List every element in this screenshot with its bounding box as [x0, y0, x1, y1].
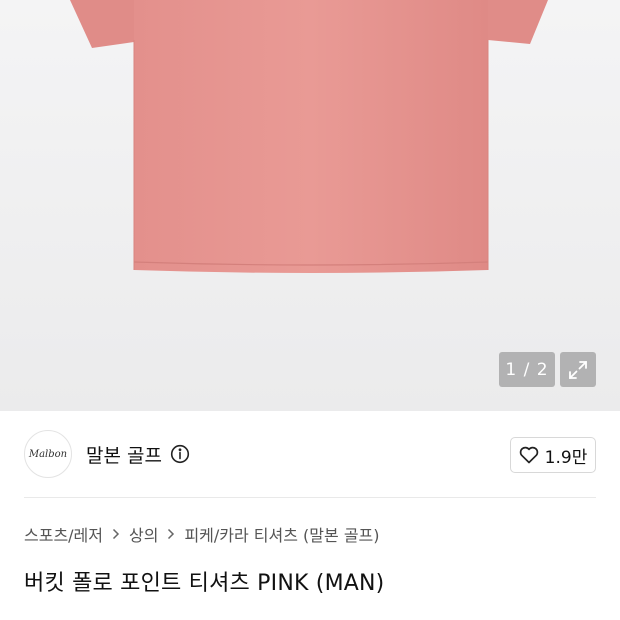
- divider: [24, 497, 596, 498]
- product-image: [70, 0, 548, 273]
- brand-logo-text: Malbon: [28, 448, 68, 460]
- product-image-gallery[interactable]: 1 / 2: [0, 0, 620, 411]
- breadcrumb: 스포츠/레저 상의 피케/카라 티셔츠 (말본 골프): [24, 522, 380, 546]
- brand-name[interactable]: 말본 골프: [86, 441, 162, 468]
- heart-icon: [519, 446, 538, 464]
- brand-row: Malbon 말본 골프 1.9만: [24, 427, 596, 481]
- chevron-right-icon: [112, 528, 120, 540]
- breadcrumb-item-polo[interactable]: 피케/카라 티셔츠 (말본 골프): [184, 522, 379, 546]
- product-title: 버킷 폴로 포인트 티셔츠 PINK (MAN): [24, 571, 385, 596]
- chevron-right-icon: [167, 528, 175, 540]
- expand-image-button[interactable]: [560, 352, 596, 387]
- breadcrumb-item-tops[interactable]: 상의: [129, 522, 158, 546]
- like-count: 1.9만: [544, 447, 588, 468]
- image-counter: 1 / 2: [499, 352, 555, 387]
- info-icon[interactable]: [170, 444, 190, 464]
- like-button[interactable]: 1.9만: [510, 437, 596, 473]
- brand-logo[interactable]: Malbon: [24, 430, 72, 478]
- breadcrumb-item-sports[interactable]: 스포츠/레저: [24, 522, 103, 546]
- expand-icon: [569, 360, 587, 379]
